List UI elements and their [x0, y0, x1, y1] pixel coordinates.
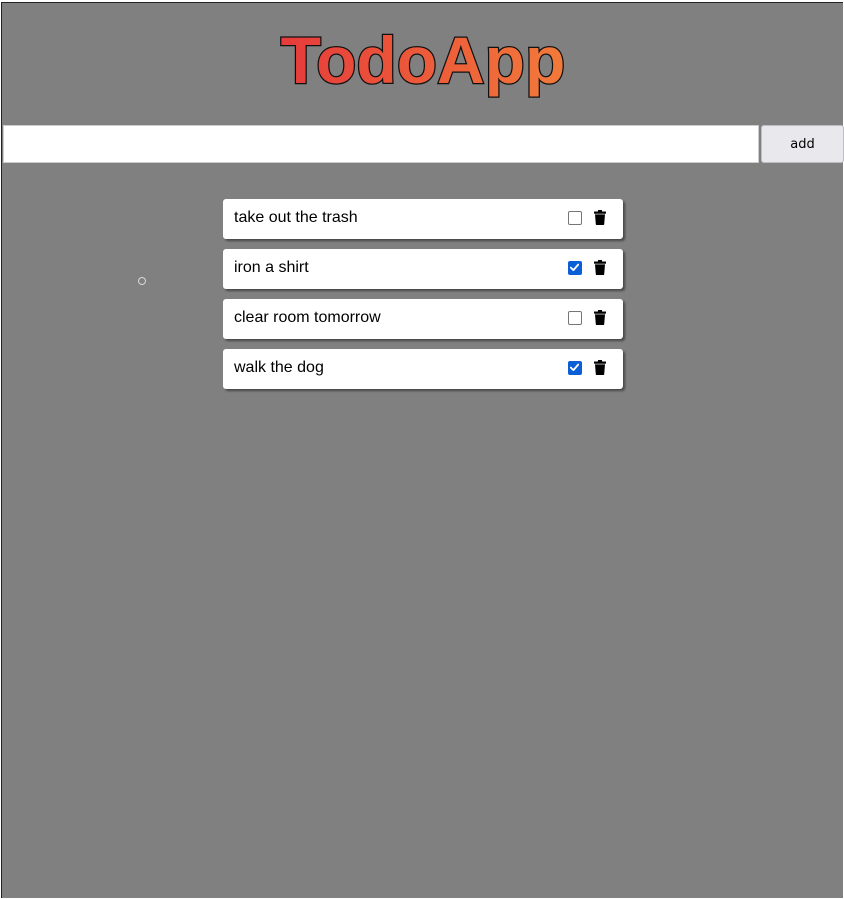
todo-checkbox[interactable]	[568, 311, 582, 325]
todo-text: take out the trash	[234, 209, 358, 226]
todo-item: walk the dog	[223, 349, 623, 389]
cursor-indicator	[138, 277, 146, 285]
trash-icon[interactable]	[594, 260, 606, 275]
todo-text: iron a shirt	[234, 259, 309, 276]
app-title-logo: TodoApp	[279, 22, 566, 99]
trash-icon[interactable]	[594, 360, 606, 375]
todo-text: walk the dog	[234, 359, 324, 376]
todo-checkbox[interactable]	[568, 211, 582, 225]
trash-icon[interactable]	[594, 210, 606, 225]
app-title: TodoApp	[281, 23, 566, 97]
todo-item: clear room tomorrow	[223, 299, 623, 339]
todo-input[interactable]	[3, 125, 759, 163]
todo-checkbox[interactable]	[568, 361, 582, 375]
todo-item: take out the trash	[223, 199, 623, 239]
checkmark-icon	[569, 263, 580, 271]
add-todo-form: add	[2, 124, 844, 164]
app-container: TodoApp add take out the trash iron a sh…	[1, 2, 844, 898]
add-button[interactable]: add	[761, 125, 844, 163]
todo-text: clear room tomorrow	[234, 309, 381, 326]
app-header: TodoApp	[2, 21, 844, 111]
todo-checkbox[interactable]	[568, 261, 582, 275]
trash-icon[interactable]	[594, 310, 606, 325]
checkmark-icon	[569, 363, 580, 371]
todo-list: take out the trash iron a shirt clear ro	[223, 199, 623, 399]
todo-item: iron a shirt	[223, 249, 623, 289]
